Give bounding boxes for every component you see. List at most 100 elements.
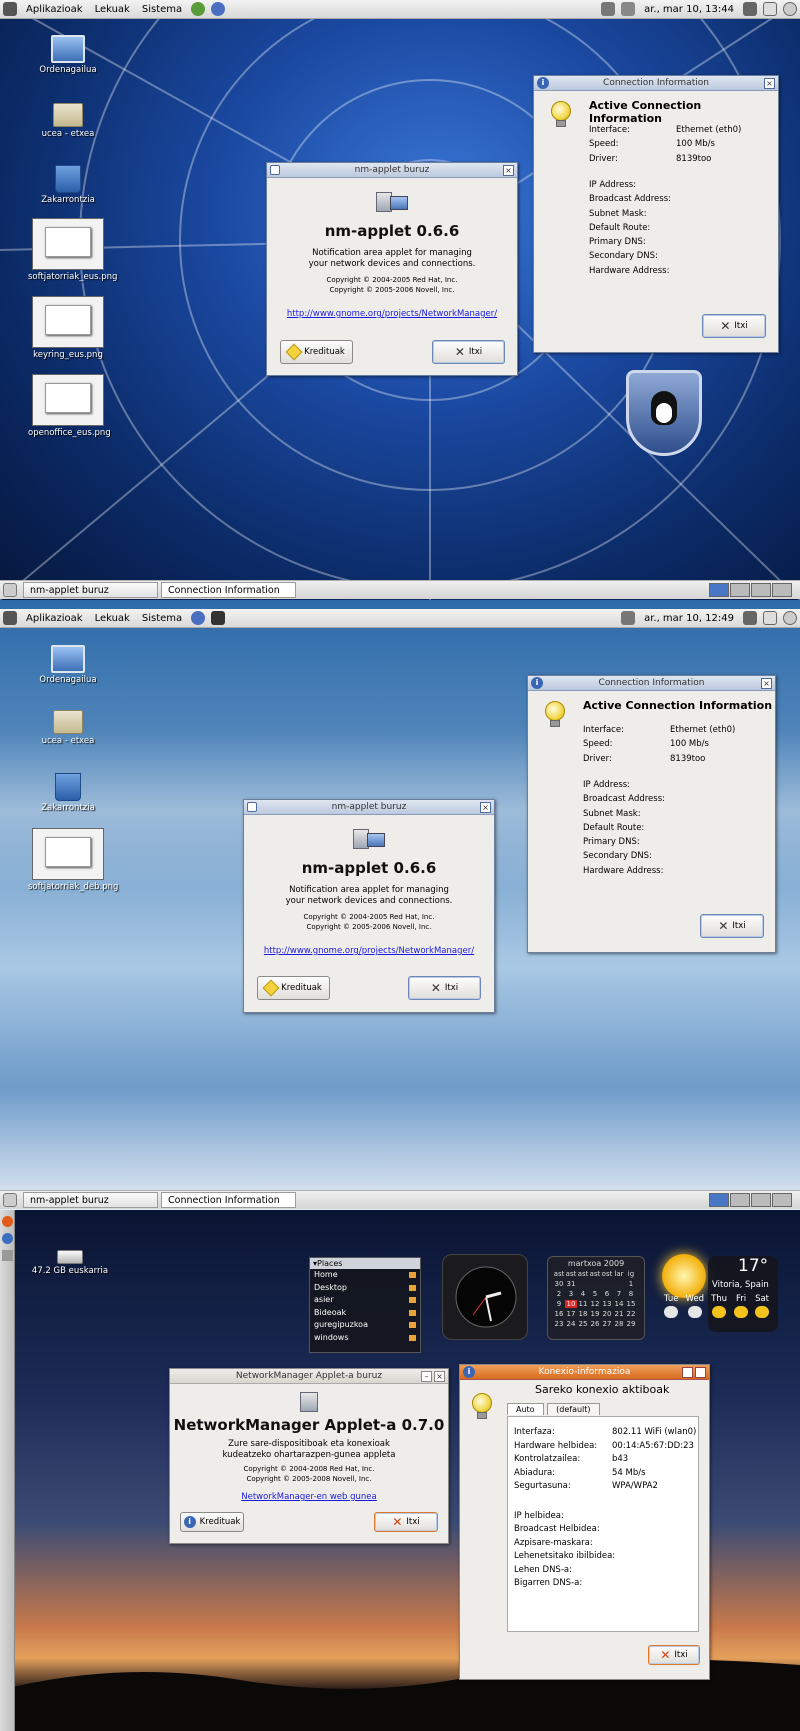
terminal-icon[interactable]: [211, 611, 226, 625]
close-icon[interactable]: ×: [434, 1371, 445, 1382]
desktop-icon-trash[interactable]: Zakarrontzia: [28, 165, 108, 205]
task-connection[interactable]: Connection Information: [161, 582, 296, 598]
panel-clock[interactable]: ar., mar 10, 13:44: [638, 0, 740, 19]
calendar-day[interactable]: 11: [577, 1300, 589, 1308]
calendar-day[interactable]: 7: [613, 1290, 625, 1298]
calendar-day[interactable]: 25: [577, 1320, 589, 1328]
menu-applications[interactable]: Aplikazioak: [20, 0, 89, 19]
places-item[interactable]: windows: [310, 1332, 420, 1345]
calendar-day[interactable]: 22: [625, 1310, 637, 1318]
minimize-icon[interactable]: –: [421, 1371, 432, 1382]
info-icon[interactable]: i: [537, 77, 549, 89]
window-menu-icon[interactable]: [270, 165, 280, 175]
menu-places[interactable]: Lekuak: [89, 0, 136, 19]
show-desktop-icon[interactable]: [3, 583, 17, 597]
desktop-icon-trash[interactable]: Zakarrontzia: [28, 773, 108, 813]
menu-applications[interactable]: Aplikazioak: [20, 609, 89, 628]
calendar-day[interactable]: 17: [565, 1310, 577, 1318]
desktop-icon-drive[interactable]: 47.2 GB euskarria: [30, 1250, 110, 1276]
calendar-day[interactable]: 4: [577, 1290, 589, 1298]
calendar-day[interactable]: 6: [601, 1290, 613, 1298]
calendar-day[interactable]: 15: [625, 1300, 637, 1308]
connection-titlebar[interactable]: i Connection Information ×: [528, 676, 775, 691]
tab-default[interactable]: (default): [547, 1403, 600, 1415]
calendar-day[interactable]: 1: [625, 1280, 637, 1288]
tab-auto[interactable]: Auto: [507, 1403, 544, 1415]
calendar-day[interactable]: 27: [601, 1320, 613, 1328]
close-button[interactable]: ✕ Itxi: [702, 314, 766, 338]
connection-titlebar[interactable]: i Konexio-informazioa – ×: [460, 1365, 709, 1380]
desktop-icon-file[interactable]: softjatorriak_deb.png: [28, 828, 118, 892]
places-item[interactable]: Home: [310, 1269, 420, 1282]
places-item[interactable]: guregipuzkoa: [310, 1319, 420, 1332]
calendar-day[interactable]: 8: [625, 1290, 637, 1298]
calendar-day[interactable]: 3: [565, 1290, 577, 1298]
close-icon[interactable]: ×: [761, 678, 772, 689]
show-desktop-icon[interactable]: [3, 1193, 17, 1207]
close-icon[interactable]: ×: [695, 1367, 706, 1378]
network-icon[interactable]: [621, 611, 636, 625]
task-about[interactable]: nm-applet buruz: [23, 1192, 158, 1208]
places-item[interactable]: Bideoak: [310, 1307, 420, 1320]
credits-button[interactable]: Kredituak: [280, 340, 353, 364]
calendar-day[interactable]: 18: [577, 1310, 589, 1318]
task-connection[interactable]: Connection Information: [161, 1192, 296, 1208]
window-icon[interactable]: [763, 611, 777, 625]
close-button[interactable]: ✕ Itxi: [432, 340, 505, 364]
about-titlebar[interactable]: NetworkManager Applet-a buruz – ×: [170, 1369, 448, 1384]
power-icon[interactable]: [783, 611, 797, 625]
calendar-day[interactable]: 12: [589, 1300, 601, 1308]
terminal-icon[interactable]: [2, 1250, 13, 1261]
battery-icon[interactable]: [621, 2, 636, 16]
desktop-icon-computer[interactable]: Ordenagailua: [28, 645, 108, 685]
volume-icon[interactable]: [743, 611, 757, 625]
desktop-icon-file[interactable]: openoffice_eus.png: [28, 374, 111, 438]
desktop-icon-file[interactable]: softjatorriak_eus.png: [28, 218, 117, 282]
close-icon[interactable]: ×: [480, 802, 491, 813]
close-icon[interactable]: ×: [764, 78, 775, 89]
power-icon[interactable]: [783, 2, 797, 16]
menu-places[interactable]: Lekuak: [89, 609, 136, 628]
calendar-day[interactable]: 23: [553, 1320, 565, 1328]
window-menu-icon[interactable]: [247, 802, 257, 812]
menu-system[interactable]: Sistema: [136, 0, 188, 19]
help-icon[interactable]: [191, 611, 206, 625]
task-about[interactable]: nm-applet buruz: [23, 582, 158, 598]
calendar-day[interactable]: 26: [589, 1320, 601, 1328]
calendar-day[interactable]: 10: [565, 1300, 577, 1308]
close-button[interactable]: ✕ Itxi: [648, 1645, 700, 1665]
calendar-day[interactable]: 20: [601, 1310, 613, 1318]
desktop-icon-home[interactable]: ucea - etxea: [28, 103, 108, 139]
calendar-day[interactable]: 9: [553, 1300, 565, 1308]
browser-icon[interactable]: [191, 2, 206, 16]
calendar-day[interactable]: 21: [613, 1310, 625, 1318]
website-link[interactable]: http://www.gnome.org/projects/NetworkMan…: [264, 946, 474, 956]
calendar-day[interactable]: 31: [565, 1280, 577, 1288]
calendar-day[interactable]: 30: [553, 1280, 565, 1288]
desktop-icon-file[interactable]: keyring_eus.png: [28, 296, 108, 360]
browser-icon[interactable]: [2, 1233, 13, 1244]
calendar-day[interactable]: 19: [589, 1310, 601, 1318]
close-icon[interactable]: ×: [503, 165, 514, 176]
workspace-switcher[interactable]: [709, 1193, 792, 1207]
places-item[interactable]: asier: [310, 1294, 420, 1307]
workspace-switcher[interactable]: [709, 583, 792, 597]
minimize-icon[interactable]: –: [682, 1367, 693, 1378]
calendar-day[interactable]: [601, 1280, 613, 1288]
credits-button[interactable]: i Kredituak: [180, 1512, 244, 1532]
close-button[interactable]: ✕ Itxi: [700, 914, 764, 938]
calendar-day[interactable]: 13: [601, 1300, 613, 1308]
places-item[interactable]: Desktop: [310, 1282, 420, 1295]
about-titlebar[interactable]: nm-applet buruz ×: [267, 163, 517, 178]
volume-icon[interactable]: [743, 2, 757, 16]
window-icon[interactable]: [763, 2, 777, 16]
info-icon[interactable]: i: [463, 1366, 475, 1378]
calendar-day[interactable]: [577, 1280, 589, 1288]
calendar-day[interactable]: 24: [565, 1320, 577, 1328]
about-titlebar[interactable]: nm-applet buruz ×: [244, 800, 494, 815]
connection-titlebar[interactable]: i Connection Information ×: [534, 76, 778, 91]
calendar-day[interactable]: 29: [625, 1320, 637, 1328]
ubuntu-menu-icon[interactable]: [2, 1216, 13, 1227]
help-icon[interactable]: [211, 2, 226, 16]
calendar-day[interactable]: 2: [553, 1290, 565, 1298]
